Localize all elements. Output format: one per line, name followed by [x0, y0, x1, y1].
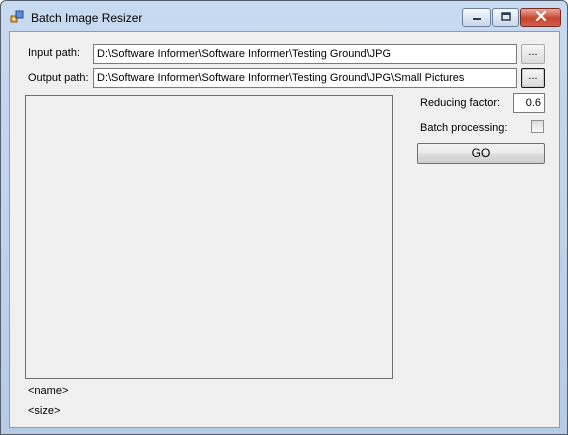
- maximize-icon: [500, 11, 511, 24]
- input-path-field[interactable]: D:\Software Informer\Software Informer\T…: [93, 44, 517, 64]
- minimize-button[interactable]: [462, 8, 491, 27]
- title-bar[interactable]: Batch Image Resizer: [1, 1, 567, 31]
- reducing-factor-field[interactable]: 0.6: [513, 93, 545, 113]
- reducing-factor-label: Reducing factor:: [420, 97, 501, 109]
- image-preview: [25, 95, 393, 379]
- output-path-label: Output path:: [28, 72, 89, 84]
- image-size-label: <size>: [28, 405, 61, 417]
- input-browse-button[interactable]: ...: [521, 44, 545, 64]
- batch-processing-label: Batch processing:: [420, 122, 508, 134]
- batch-processing-checkbox[interactable]: [531, 120, 544, 133]
- maximize-button[interactable]: [492, 8, 519, 27]
- output-browse-button[interactable]: ...: [521, 68, 545, 88]
- minimize-icon: [472, 12, 482, 24]
- output-path-field[interactable]: D:\Software Informer\Software Informer\T…: [93, 68, 517, 88]
- app-image-icon[interactable]: [10, 10, 24, 24]
- close-button[interactable]: [520, 8, 561, 27]
- input-path-label: Input path:: [28, 47, 80, 59]
- image-name-label: <name>: [28, 385, 69, 397]
- app-window: Batch Image Resizer Input path: D:\Softw…: [0, 0, 568, 435]
- client-area: Input path: D:\Software Informer\Softwar…: [9, 31, 560, 428]
- close-icon: [535, 10, 547, 24]
- go-button[interactable]: GO: [417, 143, 545, 164]
- window-title: Batch Image Resizer: [31, 11, 143, 25]
